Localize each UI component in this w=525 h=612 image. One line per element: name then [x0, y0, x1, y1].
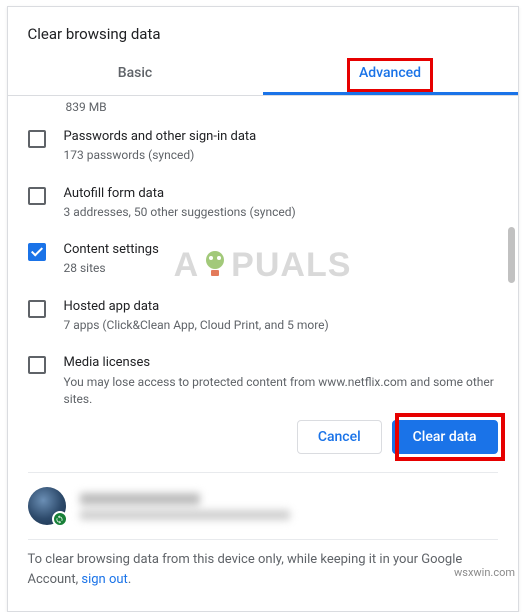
scrollbar-thumb[interactable] — [508, 227, 515, 283]
list-item: Passwords and other sign-in data 173 pas… — [26, 118, 500, 175]
checkbox-content-settings[interactable] — [28, 243, 46, 261]
avatar — [28, 487, 66, 525]
footer-text-end: . — [128, 572, 131, 587]
sign-out-link[interactable]: sign out — [81, 572, 127, 587]
list-item: Media licenses You may lose access to pr… — [26, 344, 500, 406]
cancel-button[interactable]: Cancel — [297, 420, 382, 454]
list-item: Hosted app data 7 apps (Click&Clean App,… — [26, 288, 500, 345]
tab-bar: Basic Advanced — [8, 55, 518, 96]
item-subtitle: You may lose access to protected content… — [64, 373, 500, 407]
account-details-redacted — [80, 493, 290, 520]
item-title: Passwords and other sign-in data — [64, 128, 500, 146]
checkbox-media-licenses[interactable] — [28, 356, 46, 374]
item-subtitle: 3 addresses, 50 other suggestions (synce… — [64, 203, 500, 221]
checkbox-hosted-app[interactable] — [28, 300, 46, 318]
options-list: 839 MB Passwords and other sign-in data … — [8, 96, 518, 406]
item-subtitle: 173 passwords (synced) — [64, 146, 500, 164]
clear-data-button[interactable]: Clear data — [392, 420, 498, 454]
item-title: Media licenses — [64, 354, 500, 372]
clear-browsing-data-dialog: Clear browsing data Basic Advanced 839 M… — [7, 6, 519, 612]
item-title: Autofill form data — [64, 185, 500, 203]
account-row — [8, 473, 518, 539]
item-title: Hosted app data — [64, 298, 500, 316]
list-item: Autofill form data 3 addresses, 50 other… — [26, 175, 500, 232]
checkbox-autofill[interactable] — [28, 187, 46, 205]
tab-advanced[interactable]: Advanced — [263, 55, 518, 95]
sync-icon — [52, 511, 68, 527]
partial-item-size: 839 MB — [26, 100, 500, 118]
item-title: Content settings — [64, 241, 500, 259]
dialog-title: Clear browsing data — [8, 7, 518, 55]
source-watermark: wsxwin.com — [454, 566, 515, 579]
item-subtitle: 7 apps (Click&Clean App, Cloud Print, an… — [64, 316, 500, 334]
tab-basic[interactable]: Basic — [8, 55, 263, 95]
tab-advanced-label: Advanced — [359, 65, 421, 81]
checkbox-passwords[interactable] — [28, 130, 46, 148]
list-item: Content settings 28 sites — [26, 231, 500, 288]
footer-note: To clear browsing data from this device … — [8, 540, 518, 611]
dialog-actions: Cancel Clear data — [8, 406, 518, 472]
item-subtitle: 28 sites — [64, 259, 500, 277]
